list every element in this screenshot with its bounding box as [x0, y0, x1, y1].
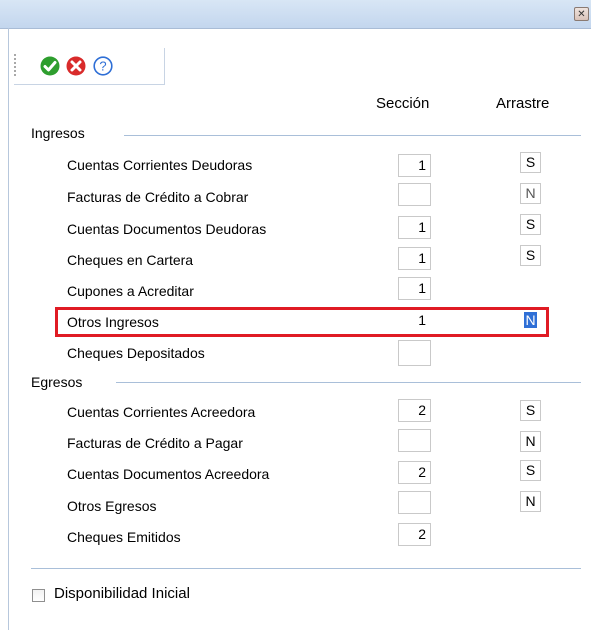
row-label: Facturas de Crédito a Cobrar	[67, 189, 249, 205]
arrastre-field[interactable]: S	[520, 152, 541, 173]
arrastre-field[interactable]: S	[520, 400, 541, 421]
row-label: Cheques en Cartera	[67, 252, 194, 268]
row-label: Cheques Depositados	[67, 345, 205, 361]
question-circle-icon: ?	[93, 56, 113, 76]
group-label-egresos: Egresos	[31, 374, 83, 390]
column-header-seccion: Sección	[376, 95, 430, 112]
group-divider	[124, 135, 581, 136]
row-label: Facturas de Crédito a Pagar	[67, 435, 243, 451]
arrastre-field[interactable]: N	[520, 431, 541, 452]
arrastre-field[interactable]: S	[520, 245, 541, 266]
seccion-field[interactable]	[398, 340, 431, 366]
seccion-field[interactable]: 1	[398, 277, 431, 300]
cancel-button[interactable]	[66, 56, 86, 76]
close-icon: ✕	[577, 9, 586, 20]
seccion-field[interactable]	[398, 491, 431, 514]
arrastre-field[interactable]: N	[520, 491, 541, 512]
disponibilidad-inicial-label[interactable]: Disponibilidad Inicial	[54, 585, 190, 602]
seccion-field[interactable]: 2	[398, 461, 431, 484]
arrastre-field[interactable]: S	[520, 460, 541, 481]
help-button[interactable]: ?	[93, 56, 113, 76]
toolbar	[14, 48, 165, 85]
seccion-field[interactable]: 1	[398, 216, 431, 239]
row-label: Otros Egresos	[67, 498, 157, 514]
x-circle-icon	[66, 56, 86, 76]
row-label: Cupones a Acreditar	[67, 283, 194, 299]
row-label: Cuentas Documentos Deudoras	[67, 221, 267, 237]
row-label: Cuentas Corrientes Deudoras	[67, 157, 253, 173]
seccion-field[interactable]: 1	[398, 247, 431, 270]
highlight-box	[55, 307, 549, 337]
row-label: Cheques Emitidos	[67, 529, 181, 545]
seccion-field[interactable]: 1	[398, 154, 431, 177]
row-label: Cuentas Corrientes Acreedora	[67, 404, 256, 420]
disponibilidad-inicial-checkbox[interactable]	[32, 589, 45, 602]
title-bar: ✕	[0, 0, 591, 29]
bottom-divider	[31, 568, 581, 569]
seccion-field[interactable]: 2	[398, 399, 431, 422]
close-window-button[interactable]: ✕	[574, 7, 589, 21]
svg-text:?: ?	[99, 59, 106, 74]
column-header-arrastre: Arrastre	[496, 95, 550, 112]
seccion-field[interactable]: 2	[398, 523, 431, 546]
arrastre-field[interactable]: S	[520, 214, 541, 235]
toolbar-grip[interactable]	[14, 54, 18, 76]
arrastre-field[interactable]: N	[520, 183, 541, 204]
check-circle-icon	[40, 56, 60, 76]
accept-button[interactable]	[40, 56, 60, 76]
row-label: Cuentas Documentos Acreedora	[67, 466, 270, 482]
seccion-field[interactable]	[398, 183, 431, 206]
group-label-ingresos: Ingresos	[31, 125, 85, 141]
group-divider	[116, 382, 581, 383]
seccion-field[interactable]	[398, 429, 431, 452]
